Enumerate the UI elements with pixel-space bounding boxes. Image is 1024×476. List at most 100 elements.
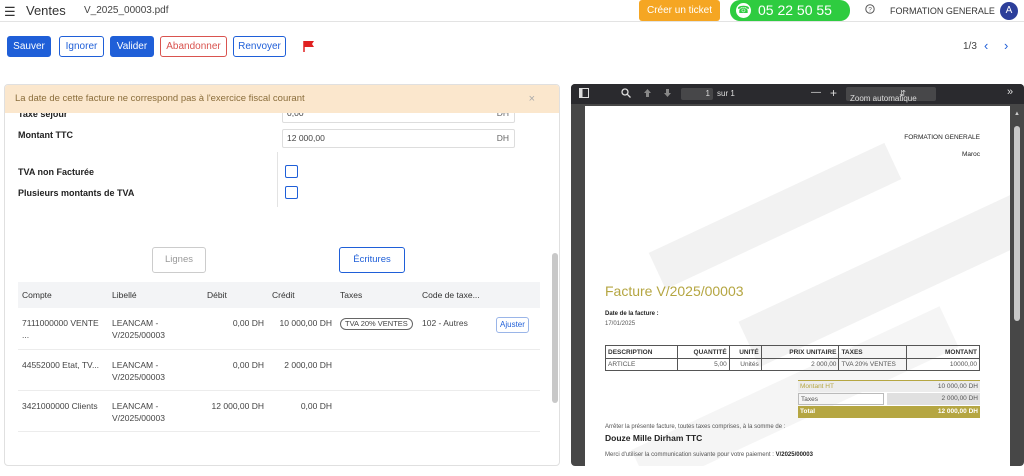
file-name: V_2025_00003.pdf — [84, 5, 169, 16]
cell-tax-code: 102 - Autres — [418, 308, 492, 350]
cell-tax-code — [418, 390, 492, 432]
previous-record-button[interactable]: ‹ — [984, 38, 988, 53]
create-ticket-button[interactable]: Créer un ticket — [639, 0, 720, 21]
cell-tax-code — [418, 349, 492, 391]
currency-unit: DH — [496, 133, 509, 143]
cell-credit: 0,00 DH — [268, 390, 336, 432]
pdf-table-row: ARTICLE 5,00 Unités 2 000,00 TVA 20% VEN… — [605, 358, 980, 371]
cell-action — [492, 349, 540, 391]
pdf-company-name: FORMATION GENERALE — [904, 134, 980, 141]
column-header[interactable]: Code de taxe... — [418, 282, 492, 308]
entries-table: Compte Libellé Débit Crédit Taxes Code d… — [18, 282, 540, 432]
fiscal-year-alert: La date de cette facture ne correspond p… — [5, 85, 559, 113]
pdf-date-label: Date de la facture : — [605, 311, 659, 317]
pdf-invoice-table: DESCRIPTION QUANTITÉ UNITÉ PRIX UNITAIRE… — [605, 345, 980, 371]
zoom-out-button[interactable]: — — [811, 87, 821, 98]
page-indicator: 1/3 — [963, 41, 977, 52]
pdf-stop-text: Arrêter la présente facture, toutes taxe… — [605, 424, 786, 430]
hamburger-menu-icon[interactable]: ☰ — [4, 4, 16, 20]
cell-taxes — [336, 349, 418, 391]
cell-account: 3421000000 Clients — [18, 390, 108, 432]
cell-label: LEANCAM - V/2025/00003 — [108, 349, 203, 391]
pdf-toolbar: 1 sur 1 — + Zoom automatique ⇵ » — [571, 84, 1024, 104]
zoom-select[interactable]: Zoom automatique ⇵ — [846, 87, 936, 103]
cell-account: 44552000 Etat, TV... — [18, 349, 108, 391]
pdf-total-row: Total 12 000,00 DH — [798, 406, 980, 418]
close-icon[interactable]: × — [529, 85, 535, 113]
svg-text:?: ? — [868, 6, 872, 13]
table-row[interactable]: 3421000000 Clients LEANCAM - V/2025/00003… — [18, 390, 540, 432]
pdf-invoice-title: Facture V/2025/00003 — [605, 283, 744, 299]
user-name[interactable]: FORMATION GENERALE — [890, 6, 995, 16]
avatar[interactable]: A — [1000, 2, 1018, 20]
plusieurs-tva-label: Plusieurs montants de TVA — [18, 188, 135, 198]
table-header-row: Compte Libellé Débit Crédit Taxes Code d… — [18, 282, 540, 308]
cell-credit: 2 000,00 DH — [268, 349, 336, 391]
pdf-subtotal-row: Montant HT 10 000,00 DH — [798, 380, 980, 392]
cell-action: Ajuster — [492, 308, 540, 350]
adjust-button[interactable]: Ajuster — [496, 317, 529, 333]
chevron-updown-icon: ⇵ — [899, 89, 906, 98]
column-header[interactable]: Taxes — [336, 282, 418, 308]
validate-button[interactable]: Valider — [110, 36, 154, 57]
cell-debit: 12 000,00 DH — [203, 390, 268, 432]
pdf-date-value: 17/01/2025 — [605, 321, 636, 327]
arrow-up-icon[interactable] — [643, 88, 652, 100]
form-scrollbar[interactable] — [552, 253, 558, 403]
headset-icon: ☎ — [736, 3, 751, 18]
next-record-button[interactable]: › — [1004, 38, 1008, 53]
montant-ttc-field[interactable]: 12 000,00 DH — [282, 129, 515, 148]
plusieurs-tva-checkbox[interactable] — [285, 186, 298, 199]
cell-account: 7111000000 VENTE ... — [18, 308, 108, 350]
top-bar: ☰ Ventes V_2025_00003.pdf Créer un ticke… — [0, 0, 1024, 39]
save-button[interactable]: Sauver — [7, 36, 51, 57]
pdf-thanks-text: Merci d'utiliser la communication suivan… — [605, 452, 813, 458]
page-count: sur 1 — [717, 89, 735, 98]
column-header[interactable]: Libellé — [108, 282, 203, 308]
arrow-down-icon[interactable] — [663, 88, 672, 100]
table-row[interactable]: 44552000 Etat, TV... LEANCAM - V/2025/000… — [18, 349, 540, 391]
resend-button[interactable]: Renvoyer — [233, 36, 286, 57]
help-icon[interactable]: ? — [865, 4, 875, 17]
column-header-actions — [492, 282, 540, 308]
pdf-viewer: 1 sur 1 — + Zoom automatique ⇵ » FORMATIO… — [571, 84, 1024, 466]
column-header[interactable]: Crédit — [268, 282, 336, 308]
pdf-scrollbar[interactable] — [1014, 126, 1020, 321]
invoice-form-panel: La date de cette facture ne correspond p… — [4, 84, 560, 466]
phone-number: 05 22 50 55 83 — [758, 2, 832, 39]
more-tools-button[interactable]: » — [1007, 86, 1013, 98]
search-icon[interactable] — [621, 88, 631, 100]
tab-entries[interactable]: Écritures — [339, 247, 405, 273]
pdf-taxes-row: Taxes 2 000,00 DH — [798, 393, 980, 405]
cell-debit: 0,00 DH — [203, 308, 268, 350]
cell-action — [492, 390, 540, 432]
scroll-up-icon[interactable]: ▲ — [1014, 111, 1020, 117]
table-row[interactable]: 7111000000 VENTE ... LEANCAM - V/2025/000… — [18, 308, 540, 350]
cell-taxes — [336, 390, 418, 432]
phone-support-button[interactable]: ☎ 05 22 50 55 83 — [730, 0, 850, 39]
cell-label: LEANCAM - V/2025/00003 — [108, 390, 203, 432]
field-divider — [277, 152, 278, 207]
abandon-button[interactable]: Abandonner — [160, 36, 227, 57]
tax-tag: TVA 20% VENTES — [340, 318, 413, 330]
tva-non-facturee-label: TVA non Facturée — [18, 167, 95, 177]
tab-lines[interactable]: Lignes — [152, 247, 206, 273]
column-header[interactable]: Débit — [203, 282, 268, 308]
column-header[interactable]: Compte — [18, 282, 108, 308]
cell-taxes: TVA 20% VENTES — [336, 308, 418, 350]
cell-debit: 0,00 DH — [203, 349, 268, 391]
tva-non-facturee-checkbox[interactable] — [285, 165, 298, 178]
pdf-table-header: DESCRIPTION QUANTITÉ UNITÉ PRIX UNITAIRE… — [605, 345, 980, 359]
cell-credit: 10 000,00 DH — [268, 308, 336, 350]
cell-label: LEANCAM - V/2025/00003 — [108, 308, 203, 350]
action-toolbar: Sauver Ignorer Valider Abandonner Renvoy… — [0, 36, 1024, 62]
ignore-button[interactable]: Ignorer — [59, 36, 104, 57]
zoom-in-button[interactable]: + — [830, 86, 837, 100]
app-title: Ventes — [26, 3, 66, 18]
pdf-country: Maroc — [961, 151, 980, 158]
pdf-amount-words: Douze Mille Dirham TTC — [605, 433, 703, 443]
page-number-input[interactable]: 1 — [681, 88, 713, 100]
montant-ttc-value: 12 000,00 — [287, 133, 325, 143]
sidebar-toggle-icon[interactable] — [579, 88, 589, 100]
flag-icon[interactable] — [302, 40, 316, 52]
